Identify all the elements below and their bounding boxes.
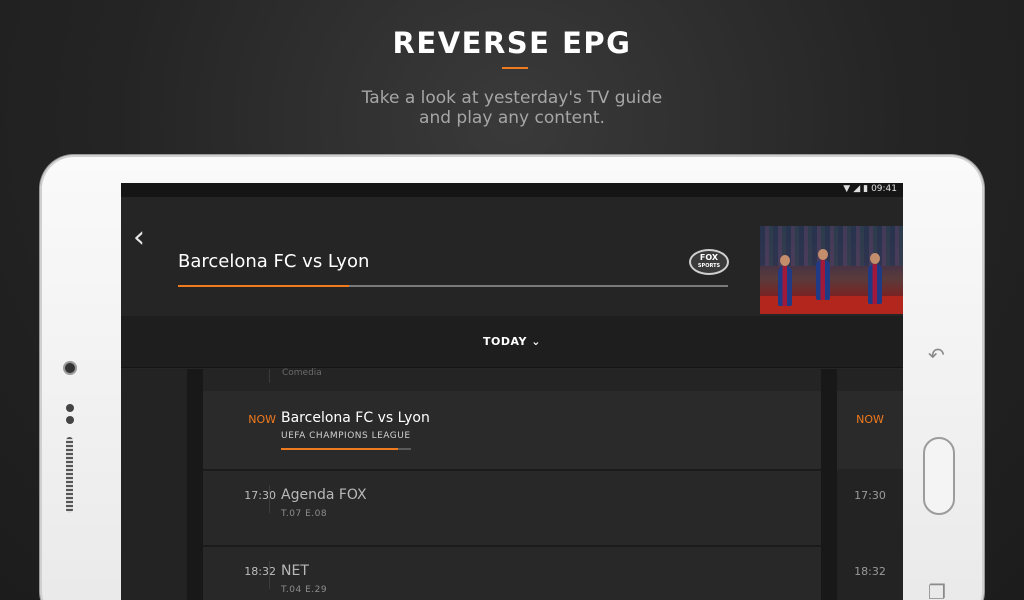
subtitle-line-1: Take a look at yesterday's TV guide [361, 88, 663, 108]
recent-apps-icon[interactable]: ❐ [928, 580, 946, 600]
playback-progress[interactable] [178, 285, 728, 287]
wifi-icon: ▼ [843, 184, 851, 194]
program-subtitle: T.07 E.08 [281, 509, 328, 519]
playback-progress-fill [178, 285, 349, 287]
row-time: NOW [248, 413, 276, 426]
page-subtitle: Take a look at yesterday's TV guide and … [0, 88, 1024, 128]
video-figure [816, 249, 830, 300]
program-title: NET [281, 563, 309, 579]
signal-icon: ◢ [853, 184, 861, 194]
day-selector-text: TODAY [483, 335, 527, 348]
next-channel-time[interactable]: 18:32 [837, 565, 903, 578]
guide-column-edge [187, 369, 203, 600]
back-nav-icon[interactable]: ↶ [928, 343, 945, 367]
page-title: REVERSE EPG [392, 26, 632, 60]
video-figure [778, 255, 792, 306]
home-button[interactable] [923, 437, 955, 515]
status-icons: ▼ ◢ ▮ 09:41 [840, 184, 897, 194]
program-subtitle: T.04 E.29 [281, 585, 328, 595]
row-divider [269, 369, 270, 383]
epg-guide: Comedia NOW Barcelona FC vs Lyon UEFA CH… [121, 368, 903, 600]
status-time: 09:41 [871, 184, 897, 194]
video-figure [868, 253, 882, 304]
list-item[interactable]: 18:32 NET T.04 E.29 [203, 547, 821, 600]
chevron-down-icon: ⌄ [531, 335, 541, 348]
battery-icon: ▮ [863, 184, 869, 194]
list-item-previous[interactable]: Comedia [203, 368, 821, 391]
day-selector[interactable]: TODAY ⌄ [121, 316, 903, 368]
tablet-screen: ▼ ◢ ▮ 09:41 ‹ Barcelona FC vs Lyon FOX SPOR… [121, 183, 903, 600]
guide-column-edge [821, 369, 837, 600]
day-selector-label: TODAY ⌄ [121, 335, 903, 348]
program-title: Agenda FOX [281, 487, 367, 503]
video-preview[interactable] [760, 226, 903, 314]
chevron-left-icon: ‹ [133, 220, 145, 255]
channel-logo-subtext: SPORTS [697, 263, 721, 269]
list-item-now[interactable]: NOW Barcelona FC vs Lyon UEFA CHAMPIONS … [203, 391, 821, 469]
row-time: 17:30 [244, 489, 276, 502]
next-channel-time[interactable]: 17:30 [837, 489, 903, 502]
row-time: 18:32 [244, 565, 276, 578]
channel-logo: FOX SPORTS [689, 249, 729, 275]
back-button[interactable]: ‹ [133, 223, 145, 253]
speaker-grille [66, 437, 73, 513]
next-channel-time[interactable]: NOW [837, 413, 903, 426]
sensor-dot [66, 404, 74, 412]
row-divider [269, 561, 270, 589]
now-playing-header: ‹ Barcelona FC vs Lyon FOX SPORTS [121, 197, 903, 316]
next-channel-row-bg [837, 391, 903, 469]
program-progress [281, 448, 411, 450]
channel-logo-text: FOX [699, 253, 719, 262]
sensor-dot [66, 416, 74, 424]
row-divider [269, 485, 270, 513]
subtitle-line-2: and play any content. [419, 108, 605, 128]
list-item[interactable]: 17:30 Agenda FOX T.07 E.08 [203, 471, 821, 545]
status-bar: ▼ ◢ ▮ 09:41 [121, 183, 903, 197]
program-progress-fill [281, 448, 398, 450]
program-subtitle: UEFA CHAMPIONS LEAGUE [281, 431, 411, 441]
title-underline [502, 67, 528, 69]
program-title: Barcelona FC vs Lyon [281, 410, 430, 426]
now-playing-title: Barcelona FC vs Lyon [178, 251, 370, 272]
previous-genre: Comedia [282, 368, 322, 378]
front-camera [65, 363, 75, 373]
